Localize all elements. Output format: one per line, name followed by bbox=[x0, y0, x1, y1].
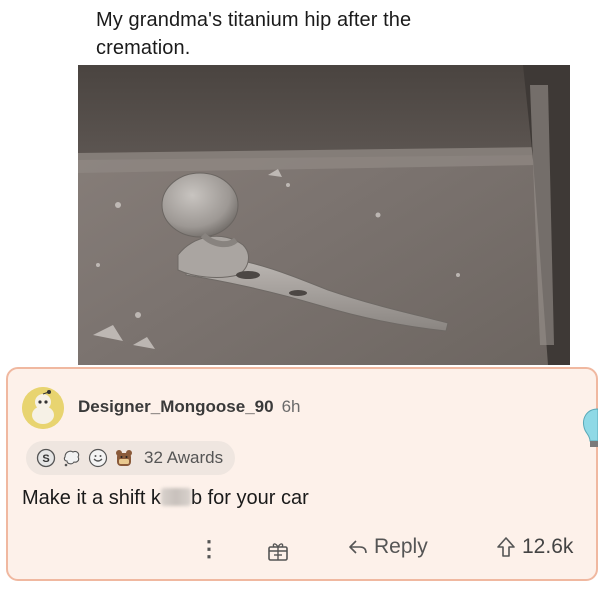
comment-body: Make it a shift k b for your car bbox=[22, 487, 309, 510]
comment-header: Designer_Mongoose_90 6h bbox=[78, 397, 300, 417]
thought-bubble-award-icon bbox=[63, 450, 80, 467]
comment-card: Designer_Mongoose_90 6h S 32 Awards Make… bbox=[6, 367, 598, 581]
reply-label: Reply bbox=[374, 535, 428, 558]
snoo-avatar-icon bbox=[22, 387, 64, 429]
awards-pill[interactable]: S 32 Awards bbox=[26, 441, 236, 475]
censor-blur bbox=[160, 488, 191, 506]
lightbulb-icon bbox=[583, 408, 598, 447]
post-photo bbox=[78, 65, 570, 365]
meme-page: My grandma's titanium hip after the crem… bbox=[0, 0, 600, 600]
comment-text-start: Make it a shift k bbox=[22, 487, 161, 509]
comment-text-end: b for your car bbox=[190, 487, 309, 509]
upvote-count: 12.6k bbox=[522, 535, 574, 558]
more-options-icon[interactable]: ⋮ bbox=[198, 537, 220, 561]
reply-arrow-icon bbox=[349, 540, 367, 554]
upvote-arrow-icon[interactable] bbox=[496, 536, 516, 558]
svg-text:S: S bbox=[42, 453, 49, 465]
timestamp: 6h bbox=[281, 397, 301, 416]
vote-control: 12.6k bbox=[496, 535, 573, 559]
reply-button[interactable]: Reply bbox=[348, 535, 428, 559]
wholesome-award-icon bbox=[88, 448, 108, 468]
comment-actions: ⋮ Reply 12.6k bbox=[8, 535, 596, 565]
awards-count: 32 Awards bbox=[144, 448, 224, 467]
post-caption: My grandma's titanium hip after the crem… bbox=[96, 9, 412, 59]
gift-award-icon[interactable] bbox=[266, 538, 290, 562]
silver-award-icon: S bbox=[36, 448, 56, 468]
avatar[interactable] bbox=[22, 387, 64, 429]
cremation-tray-photo bbox=[78, 65, 570, 365]
username[interactable]: Designer_Mongoose_90 bbox=[78, 397, 274, 417]
bear-award-icon bbox=[116, 450, 132, 466]
